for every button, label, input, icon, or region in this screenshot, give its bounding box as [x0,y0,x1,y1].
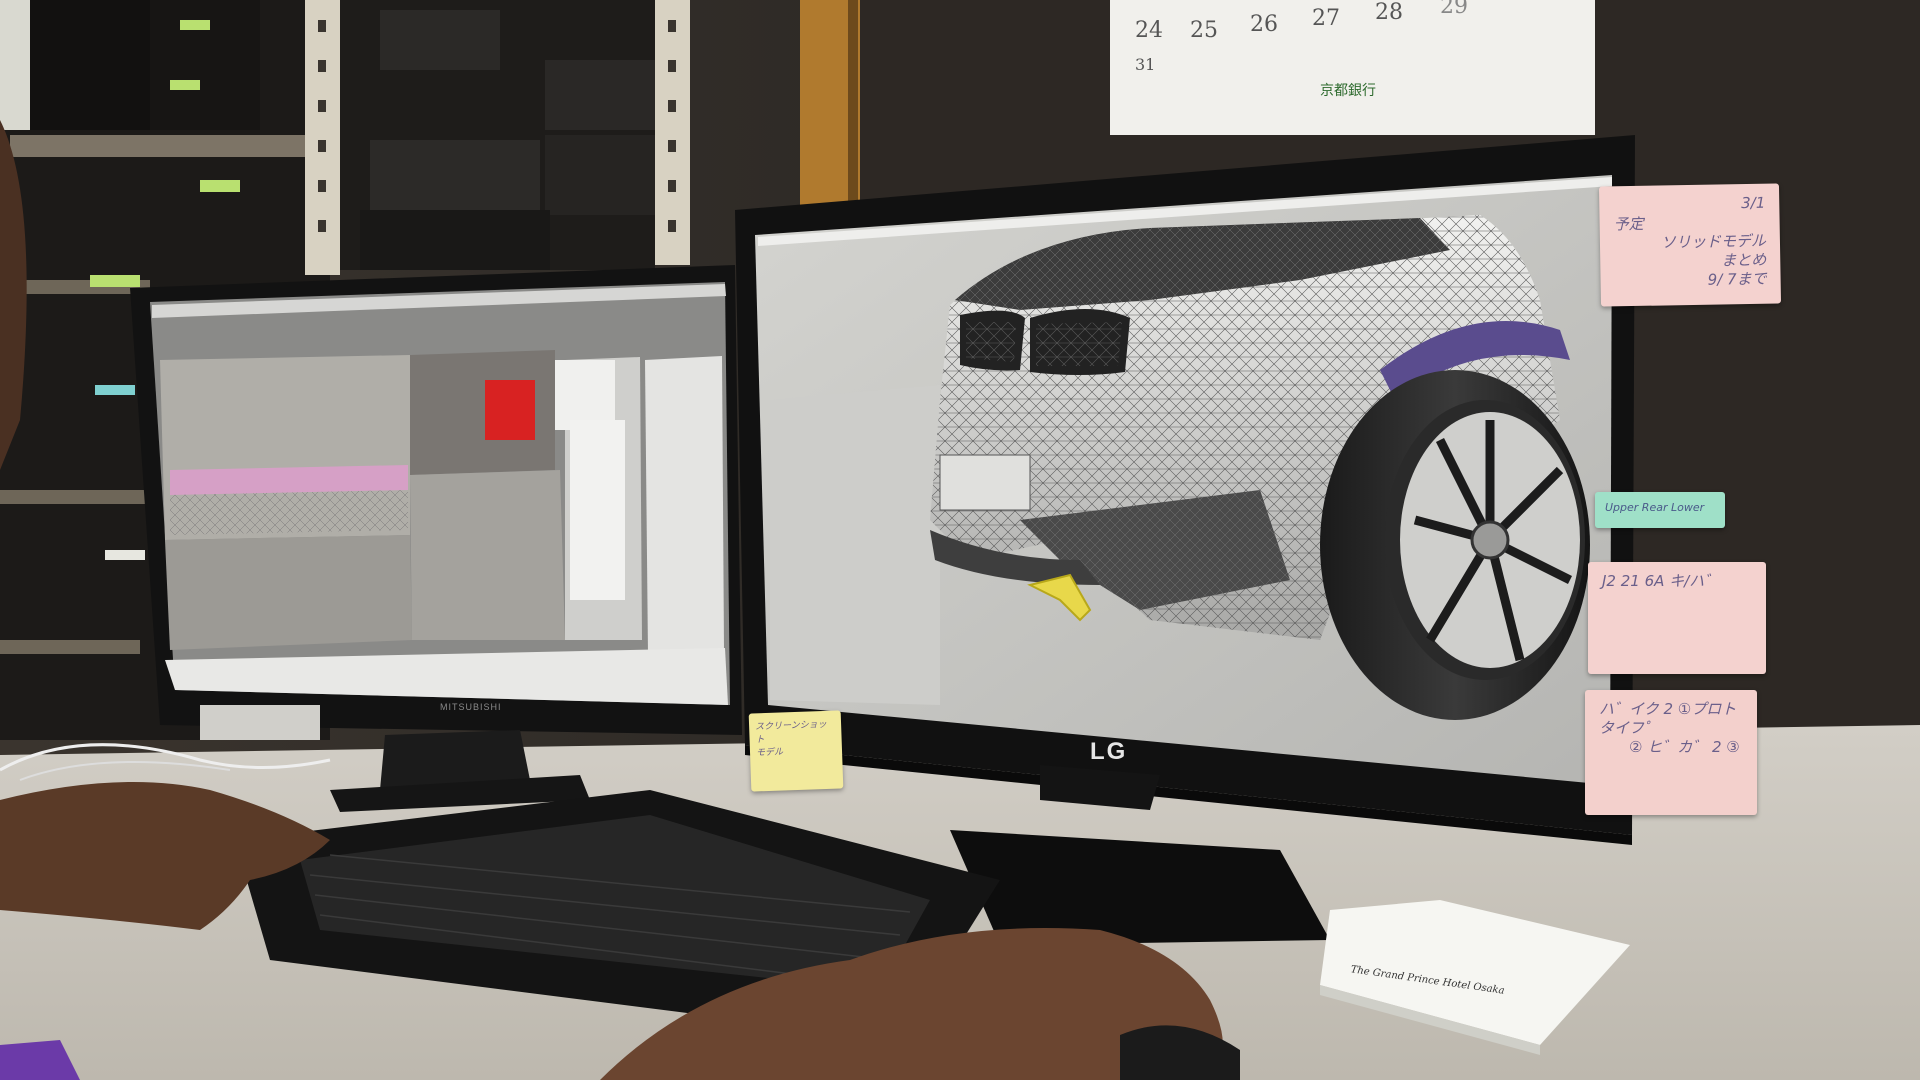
sticky-line-5: 9/ 7まで [1707,269,1767,289]
calendar-date-31: 31 [1135,55,1156,74]
sticky-note-middle-right: J2 21 6A キ/ハ゛ [1588,562,1766,674]
right-monitor-brand: LG [1090,738,1128,765]
bezel-note-line-2: モデル [755,747,784,759]
sticky-line-1: 3/1 [1740,193,1766,213]
photo-scene: 24 25 26 27 28 29 31 京都銀行 MITSUBISHI LG … [0,0,1920,1080]
calendar-bank-name: 京都銀行 [1320,83,1376,99]
calendar-date-26: 26 [1250,12,1278,37]
sticky-bottom-line-2: ② ヒ゛カ゛ 2 ③ [1629,738,1740,756]
calendar-date-27: 27 [1312,6,1340,31]
sticky-note-top-right: 3/1 予定 ソリッドモデル まとめ 9/ 7まで [1598,183,1782,307]
sticky-note-bezel: スクリーンショット モデル [748,710,844,792]
calendar-date-25: 25 [1190,18,1218,43]
sticky-note-bottom-right: ハ゛イク 2 ①プロトタイフ゜ ② ヒ゛カ゛ 2 ③ [1585,690,1757,815]
calendar-date-29: 29 [1440,0,1468,19]
background [0,0,1920,1080]
calendar-date-24: 24 [1135,18,1163,43]
sticky-bottom-line-1: ハ゛イク 2 ①プロトタイフ゜ [1599,700,1737,737]
bezel-note-line-1: スクリーンショット [754,719,827,746]
left-monitor-brand: MITSUBISHI [440,702,502,712]
sticky-tab-green: Upper Rear Lower [1595,492,1725,528]
calendar-date-28: 28 [1375,0,1403,25]
